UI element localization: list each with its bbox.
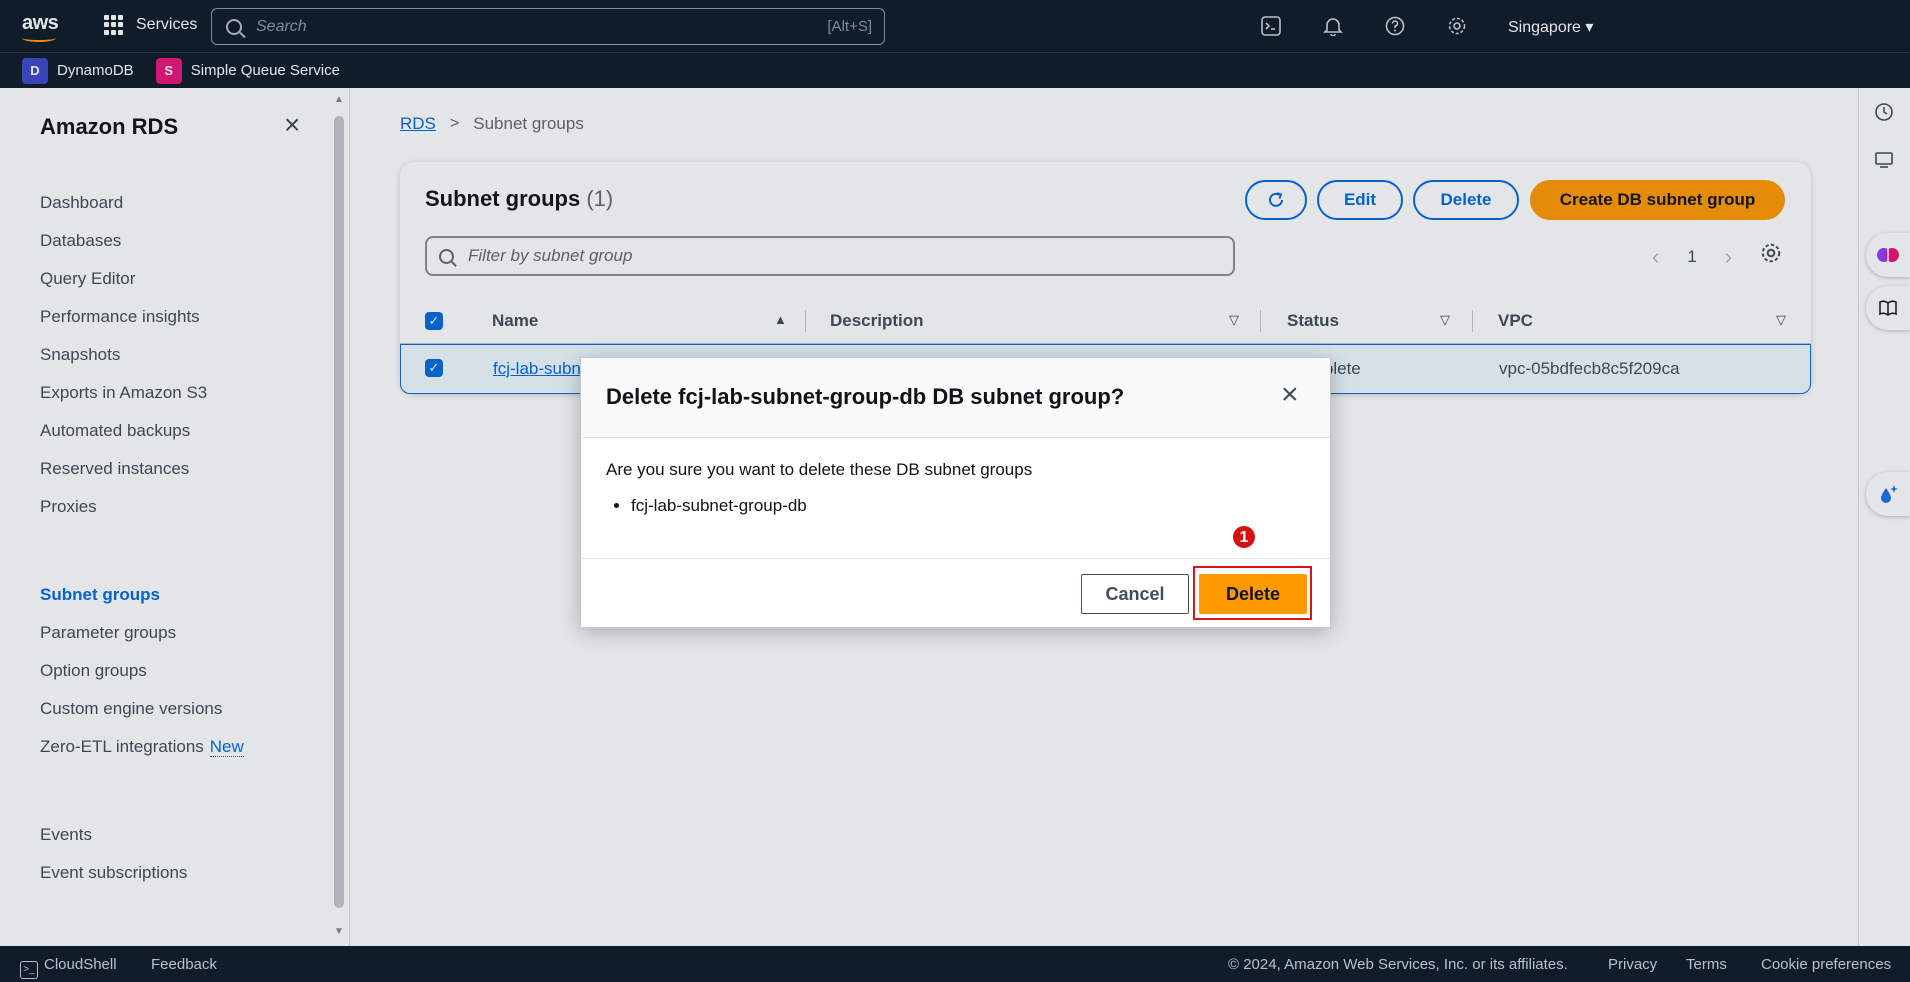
modal-message: Are you sure you want to delete these DB… xyxy=(606,460,1033,479)
close-icon[interactable]: × xyxy=(1281,380,1299,410)
delete-item: fcj-lab-subnet-group-db xyxy=(631,496,1032,516)
modal-header: Delete fcj-lab-subnet-group-db DB subnet… xyxy=(581,358,1330,438)
cancel-button[interactable]: Cancel xyxy=(1081,574,1189,614)
modal-body: Are you sure you want to delete these DB… xyxy=(606,460,1032,516)
step-number-badge: 1 xyxy=(1232,525,1256,549)
highlight-box xyxy=(1193,566,1312,620)
delete-items-list: fcj-lab-subnet-group-db xyxy=(631,496,1032,516)
modal-title: Delete fcj-lab-subnet-group-db DB subnet… xyxy=(606,384,1125,409)
